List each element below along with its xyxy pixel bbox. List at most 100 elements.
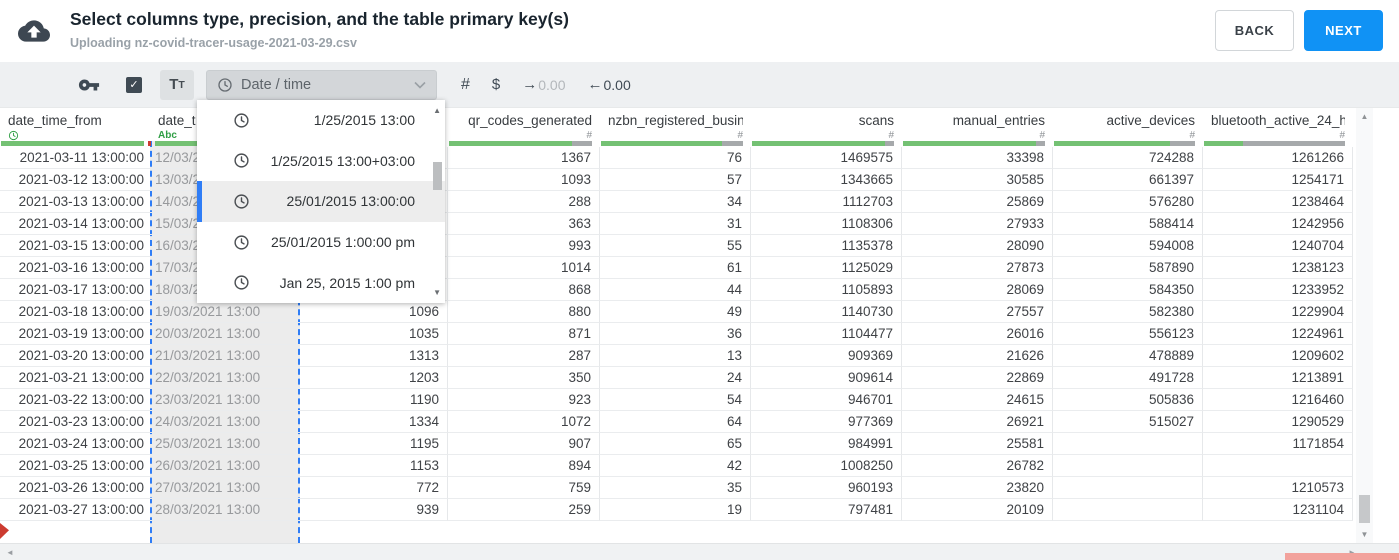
page-title: Select columns type, precision, and the …: [70, 9, 569, 29]
text-type-button[interactable]: TT: [160, 69, 194, 100]
table-cell: 1209602: [1203, 345, 1353, 367]
table-cell: 1367: [448, 147, 600, 169]
column-type-clock-icon: [8, 130, 144, 141]
table-cell: 1195: [300, 433, 448, 455]
table-cell: 1213891: [1203, 367, 1353, 389]
table-cell: 1135378: [751, 235, 902, 257]
column-type-number-label: #: [1039, 130, 1045, 141]
table-cell: 27557: [902, 301, 1053, 323]
table-cell: 1140730: [751, 301, 902, 323]
column-type-number-label: #: [1189, 130, 1195, 141]
number-type-button[interactable]: #: [461, 76, 470, 94]
horizontal-scrollbar[interactable]: ◄ ►: [0, 543, 1399, 560]
table-cell: 287: [448, 345, 600, 367]
table-cell: 19: [600, 499, 751, 521]
bottom-right-pink-bar: [1285, 553, 1399, 560]
table-row: 2021-03-23 13:00:00 24/03/2021 13:00 1334 1…: [0, 411, 1353, 433]
column-name: active_devices: [1106, 113, 1195, 128]
table-cell: 939: [300, 499, 448, 521]
scroll-up-icon[interactable]: ▲: [1356, 112, 1373, 121]
back-button[interactable]: BACK: [1215, 10, 1294, 51]
dropdown-scroll-up-icon[interactable]: ▲: [433, 106, 441, 115]
date-format-option[interactable]: 1/25/2015 13:00: [197, 100, 445, 141]
increase-decimals-button[interactable]: → 0.00: [522, 76, 565, 93]
clock-icon: [233, 112, 250, 129]
table-cell: 993: [448, 235, 600, 257]
arrow-left-icon: ←: [587, 76, 603, 93]
date-format-option[interactable]: 25/01/2015 13:00:00: [197, 181, 445, 222]
table-cell: 1334: [300, 411, 448, 433]
column-header[interactable]: nzbn_registered_busine #: [600, 108, 751, 141]
table-row: 2021-03-19 13:00:00 20/03/2021 13:00 1035 8…: [0, 323, 1353, 345]
vertical-scrollbar[interactable]: ▲ ▼: [1356, 108, 1373, 543]
table-cell: 871: [448, 323, 600, 345]
table-cell: 909369: [751, 345, 902, 367]
table-cell: 350: [448, 367, 600, 389]
table-cell: 1231104: [1203, 499, 1353, 521]
clock-icon: [218, 77, 232, 92]
table-cell: 28069: [902, 279, 1053, 301]
uploading-filename: Uploading nz-covid-tracer-usage-2021-03-…: [70, 36, 357, 50]
table-cell: 24/03/2021 13:00: [150, 411, 300, 433]
quality-bar: [902, 141, 1053, 147]
table-cell: 2021-03-14 13:00:00: [0, 213, 150, 235]
table-cell: 946701: [751, 389, 902, 411]
table-cell: 27/03/2021 13:00: [150, 477, 300, 499]
column-name: date_time_from: [8, 113, 102, 128]
column-header[interactable]: manual_entries #: [902, 108, 1053, 141]
include-column-checkbox[interactable]: ✓: [126, 76, 142, 93]
currency-type-button[interactable]: $: [492, 76, 500, 93]
table-cell: 977369: [751, 411, 902, 433]
quality-bar: [1053, 141, 1203, 147]
primary-key-icon[interactable]: [78, 74, 100, 96]
date-format-option[interactable]: 1/25/2015 13:00+03:00: [197, 141, 445, 182]
quality-bar: [448, 141, 600, 147]
column-header[interactable]: date_time_from: [0, 108, 150, 141]
scroll-down-icon[interactable]: ▼: [1356, 530, 1373, 539]
table-cell: 22869: [902, 367, 1053, 389]
table-cell: 491728: [1053, 367, 1203, 389]
quality-bar: [0, 141, 151, 147]
scroll-left-icon[interactable]: ◄: [6, 548, 14, 557]
table-cell: 23/03/2021 13:00: [150, 389, 300, 411]
next-button[interactable]: NEXT: [1304, 10, 1383, 51]
column-header[interactable]: qr_codes_generated #: [448, 108, 600, 141]
table-cell: 28/03/2021 13:00: [150, 499, 300, 521]
table-cell: 1096: [300, 301, 448, 323]
date-format-label: 1/25/2015 13:00: [313, 112, 415, 129]
table-cell: 1216460: [1203, 389, 1353, 411]
table-cell: 31: [600, 213, 751, 235]
table-cell: 2021-03-15 13:00:00: [0, 235, 150, 257]
column-name: scans: [858, 113, 894, 128]
table-cell: 24615: [902, 389, 1053, 411]
date-format-option[interactable]: Jan 25, 2015 1:00 pm: [197, 262, 445, 303]
table-cell: 1008250: [751, 455, 902, 477]
column-type-select[interactable]: Date / time: [206, 69, 437, 100]
decrease-decimals-button[interactable]: ← 0.00: [588, 76, 631, 93]
table-cell: 2021-03-19 13:00:00: [0, 323, 150, 345]
column-header[interactable]: active_devices #: [1053, 108, 1203, 141]
dropdown-scrollbar-thumb[interactable]: [433, 162, 442, 190]
table-cell: 2021-03-17 13:00:00: [0, 279, 150, 301]
table-cell: 26016: [902, 323, 1053, 345]
table-cell: 588414: [1053, 213, 1203, 235]
table-cell: 2021-03-20 13:00:00: [0, 345, 150, 367]
table-cell: 64: [600, 411, 751, 433]
table-cell: 556123: [1053, 323, 1203, 345]
table-cell: 960193: [751, 477, 902, 499]
table-cell: 1105893: [751, 279, 902, 301]
table-cell: 65: [600, 433, 751, 455]
column-header[interactable]: scans #: [751, 108, 902, 141]
column-header[interactable]: bluetooth_active_24_hr_ #: [1203, 108, 1353, 141]
vertical-scrollbar-thumb[interactable]: [1359, 495, 1370, 523]
table-cell: 594008: [1053, 235, 1203, 257]
date-format-option[interactable]: 25/01/2015 1:00:00 pm: [197, 222, 445, 263]
table-cell: 33398: [902, 147, 1053, 169]
dropdown-scroll-down-icon[interactable]: ▼: [433, 288, 441, 297]
table-cell: 34: [600, 191, 751, 213]
table-cell: 21/03/2021 13:00: [150, 345, 300, 367]
table-cell: 1261266: [1203, 147, 1353, 169]
table-cell: 772: [300, 477, 448, 499]
table-cell: 2021-03-12 13:00:00: [0, 169, 150, 191]
clock-icon: [233, 274, 250, 291]
